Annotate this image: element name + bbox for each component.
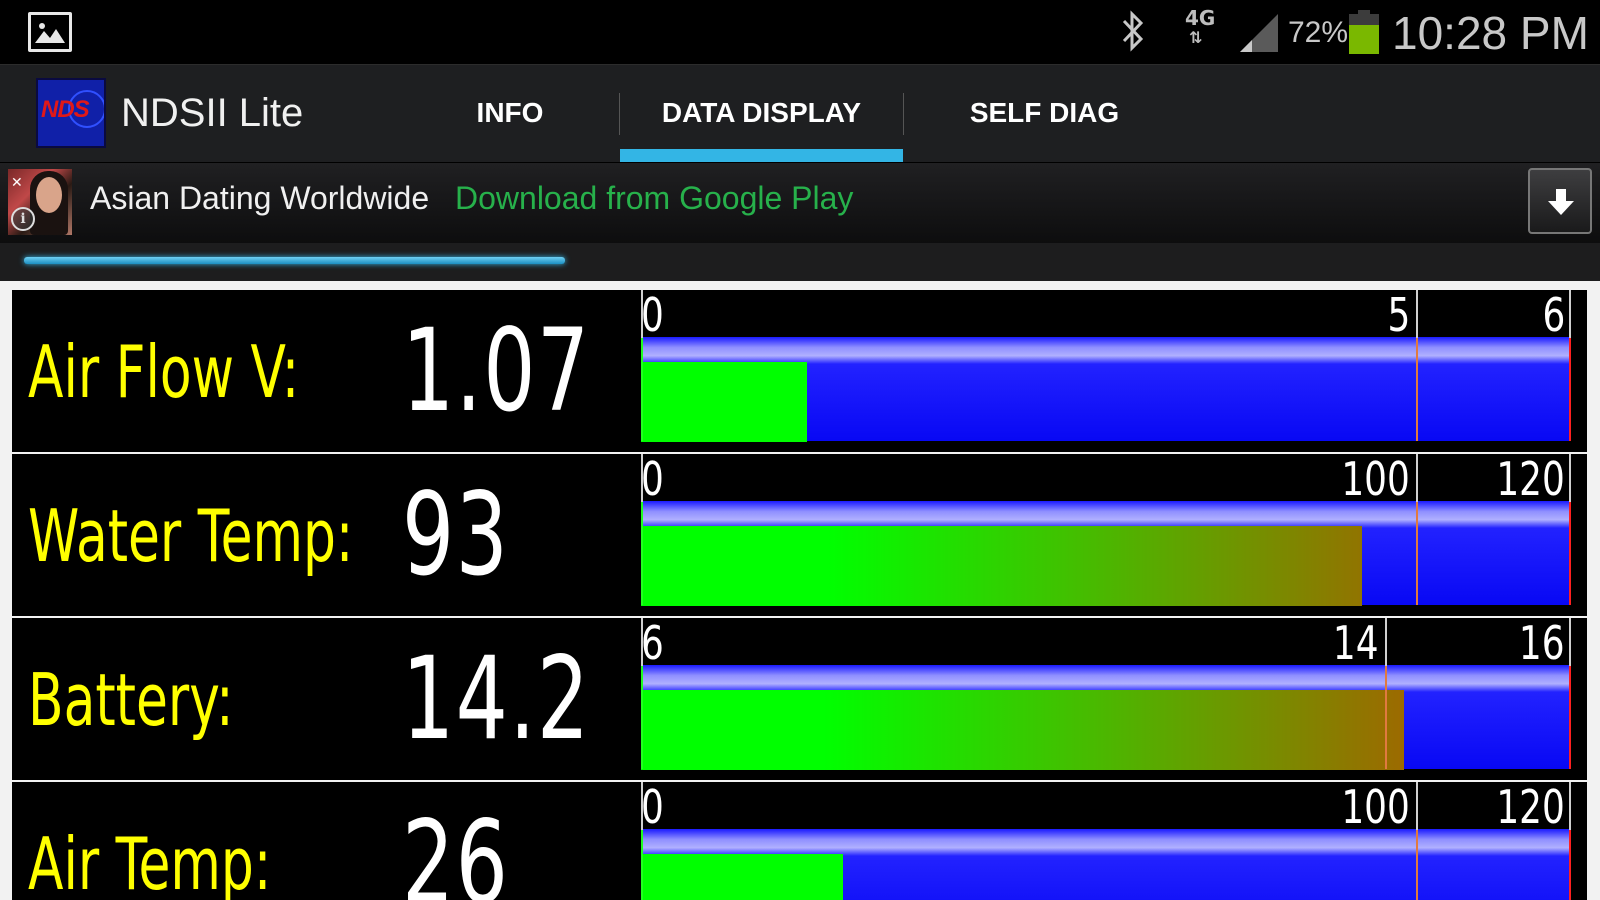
- data-arrows-icon: ⇅: [1189, 28, 1202, 47]
- gauge-min-line: [641, 337, 643, 441]
- gauge-list[interactable]: Air Flow V: 1.07 0 5 6 Water Temp: 93 0 100 120 Ba…: [0, 281, 1600, 900]
- gauge-row: Air Flow V: 1.07 0 5 6: [12, 288, 1587, 452]
- ad-banner[interactable]: ✕ i Asian Dating Worldwide Download from…: [0, 163, 1600, 243]
- clock: 10:28 PM: [1392, 7, 1589, 59]
- tab-info[interactable]: INFO: [400, 65, 620, 163]
- gauge-tick-line: [1569, 618, 1571, 666]
- signal-strength-icon: [1240, 14, 1280, 58]
- gauge-warn-line: [1416, 829, 1418, 900]
- gauge-min-line: [641, 665, 643, 769]
- gauge-tick-label: 14: [1333, 616, 1379, 670]
- gauge-tick-label: 5: [1387, 288, 1410, 342]
- gauge-label: Battery:: [28, 658, 234, 742]
- gauge-tick-line: [1416, 782, 1418, 830]
- gauge-warn-line: [1385, 665, 1387, 769]
- gauge-tick-line: [1416, 454, 1418, 502]
- gauge-label: Water Temp:: [28, 494, 354, 578]
- gauge-value: 93: [402, 468, 510, 601]
- ad-cta-link[interactable]: Download from Google Play: [455, 180, 853, 217]
- gauge-tick-line: [1569, 290, 1571, 338]
- gauge-value: 1.07: [402, 304, 591, 437]
- gauge-tick-line: [1416, 290, 1418, 338]
- gauge-tick-label: 16: [1519, 616, 1565, 670]
- gauge-bar: 0 100 120: [641, 452, 1571, 616]
- gauge-max-line: [1569, 665, 1571, 769]
- gauge-max-line: [1569, 501, 1571, 605]
- action-bar: NDS NDSII Lite INFO DATA DISPLAY SELF DI…: [0, 64, 1600, 162]
- gauge-label: Air Flow V:: [28, 330, 300, 414]
- selected-tab-indicator: [620, 149, 903, 162]
- gauge-tick-label: 100: [1341, 780, 1410, 834]
- gauge-tick-line: [1569, 454, 1571, 502]
- ad-title[interactable]: Asian Dating Worldwide: [90, 180, 429, 217]
- ad-thumbnail[interactable]: ✕ i: [8, 169, 72, 235]
- gauge-fill: [641, 526, 1362, 606]
- gauge-fill: [641, 362, 807, 442]
- gauge-min-line: [641, 829, 643, 900]
- gauge-bar: 0 5 6: [641, 288, 1571, 452]
- gauge-tick-label: 0: [641, 288, 664, 342]
- gauge-row: Water Temp: 93 0 100 120: [12, 452, 1587, 616]
- network-type-label: 4G: [1185, 6, 1216, 30]
- gauge-bar: 6 14 16: [641, 616, 1571, 780]
- gauge-tick-label: 6: [641, 616, 664, 670]
- tab-self-diag[interactable]: SELF DIAG: [903, 65, 1186, 163]
- gauge-fill: [641, 854, 843, 900]
- gauge-fill: [641, 690, 1404, 770]
- gauge-max-line: [1569, 829, 1571, 900]
- ad-download-button[interactable]: [1528, 168, 1592, 234]
- app-logo-text: NDS: [41, 96, 90, 123]
- gauge-tick-line: [1385, 618, 1387, 666]
- gauge-tick-label: 6: [1542, 288, 1565, 342]
- gauge-value: 26: [402, 796, 510, 900]
- close-icon[interactable]: ✕: [11, 175, 23, 191]
- network-4g-icon: 4G ⇅: [1185, 8, 1215, 48]
- gauge-row: Battery: 14.2 6 14 16: [12, 616, 1587, 780]
- gauge-tick-label: 120: [1496, 452, 1565, 506]
- gauge-min-line: [641, 501, 643, 605]
- app-title: NDSII Lite: [121, 91, 304, 135]
- gauge-bar: 0 100 120: [641, 780, 1571, 900]
- gauge-tick-label: 0: [641, 452, 664, 506]
- loading-progress-strip: [0, 243, 1600, 281]
- status-bar: 4G ⇅ 72% 10:28 PM: [0, 0, 1600, 64]
- app-logo-icon[interactable]: NDS: [36, 78, 106, 148]
- gauge-max-line: [1569, 337, 1571, 441]
- gauge-label: Air Temp:: [28, 822, 272, 900]
- info-icon[interactable]: i: [11, 207, 35, 231]
- gauge-warn-line: [1416, 501, 1418, 605]
- battery-icon: [1349, 10, 1379, 54]
- gauge-row: Air Temp: 26 0 100 120: [12, 780, 1587, 900]
- battery-percent: 72%: [1288, 16, 1349, 49]
- gauge-tick-label: 120: [1496, 780, 1565, 834]
- gauge-tick-label: 0: [641, 780, 664, 834]
- gauge-tick-line: [1569, 782, 1571, 830]
- gauge-tick-label: 100: [1341, 452, 1410, 506]
- gauge-warn-line: [1416, 337, 1418, 441]
- gallery-notification-icon[interactable]: [28, 12, 72, 52]
- bluetooth-icon: [1122, 10, 1144, 56]
- gauge-value: 14.2: [402, 632, 591, 765]
- download-icon: [1548, 189, 1574, 215]
- loading-progress-bar: [24, 257, 565, 264]
